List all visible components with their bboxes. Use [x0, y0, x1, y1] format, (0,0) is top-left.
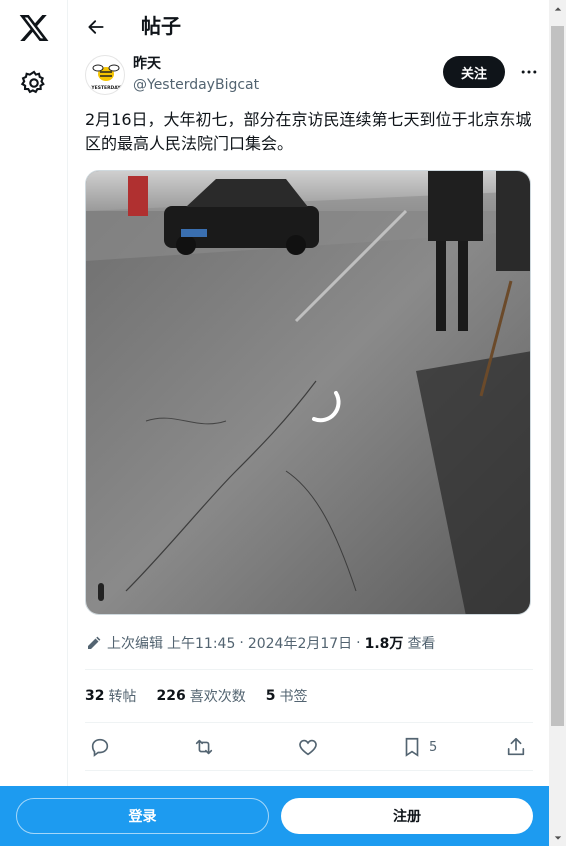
- divider: [85, 722, 533, 723]
- left-rail: [0, 0, 68, 846]
- views-label: 查看: [407, 636, 436, 652]
- post-text: 2月16日，大年初七，部分在京访民连续第七天到位于北京东城区的最高人民法院门口集…: [85, 110, 532, 153]
- avatar-text: YESTERDAY: [90, 85, 121, 91]
- bookmarks-label: 书签: [279, 689, 308, 705]
- author-name[interactable]: 昨天: [133, 55, 161, 73]
- author-row: YESTERDAY 昨天 @YesterdayBigcat 关注: [85, 55, 537, 99]
- likes-count: 226: [156, 688, 186, 704]
- page-title: 帖子: [141, 14, 181, 38]
- reposts-label: 转帖: [108, 689, 137, 705]
- reply-icon: [91, 738, 109, 757]
- bookmarks-count: 5: [265, 688, 276, 704]
- signup-button[interactable]: 注册: [281, 798, 533, 834]
- scroll-up-arrow-icon[interactable]: [549, 0, 566, 17]
- reposts-stat[interactable]: 32 转帖: [85, 686, 136, 706]
- edit-icon: [88, 636, 101, 649]
- like-button[interactable]: [297, 733, 319, 761]
- more-icon: [521, 70, 537, 74]
- heart-icon: [299, 739, 317, 756]
- more-options-button[interactable]: [517, 60, 541, 84]
- repost-button[interactable]: [193, 733, 215, 761]
- main-column: 帖子 YESTERDAY 昨天 @YesterdayBigcat 关注 2月16…: [69, 0, 549, 846]
- post-date[interactable]: 2024年2月17日: [248, 633, 352, 653]
- arrow-left-icon: [88, 20, 104, 34]
- reply-button[interactable]: [89, 733, 111, 761]
- bookmark-count: 5: [429, 739, 438, 755]
- post-stats: 32 转帖 226 喜欢次数 5 书签: [85, 684, 533, 708]
- share-button[interactable]: [505, 733, 527, 761]
- bottom-signup-bar: 登录 注册: [0, 786, 549, 846]
- repost-icon: [195, 739, 213, 755]
- share-icon: [507, 737, 525, 756]
- reposts-count: 32: [85, 688, 105, 704]
- divider: [85, 770, 533, 771]
- bookmark-button[interactable]: 5: [401, 733, 437, 761]
- gear-icon[interactable]: [20, 69, 48, 97]
- views-count: 1.8万: [364, 636, 404, 652]
- post-meta: 上次编辑 上午11:45 · 2024年2月17日 · 1.8万 查看: [85, 631, 533, 655]
- action-bar: 5: [85, 733, 533, 761]
- scroll-down-arrow-icon[interactable]: [549, 829, 566, 846]
- back-button[interactable]: [81, 12, 111, 42]
- meta-separator: ·: [239, 635, 244, 651]
- meta-separator: ·: [356, 635, 361, 651]
- edited-label[interactable]: 上次编辑: [107, 633, 163, 653]
- author-handle[interactable]: @YesterdayBigcat: [133, 76, 259, 94]
- top-bar: 帖子: [69, 0, 549, 53]
- avatar[interactable]: YESTERDAY: [85, 55, 125, 95]
- follow-button[interactable]: 关注: [443, 56, 505, 88]
- bookmark-icon: [405, 737, 419, 757]
- scrollbar[interactable]: [549, 0, 566, 846]
- likes-stat[interactable]: 226 喜欢次数: [156, 686, 245, 706]
- x-logo-icon[interactable]: [18, 12, 50, 44]
- post-media-video[interactable]: [85, 170, 531, 615]
- login-button[interactable]: 登录: [16, 798, 269, 834]
- bookmarks-stat[interactable]: 5 书签: [266, 686, 308, 706]
- scrollbar-thumb[interactable]: [551, 26, 564, 726]
- post-time[interactable]: 上午11:45: [167, 633, 235, 653]
- divider: [85, 669, 533, 670]
- likes-label: 喜欢次数: [189, 689, 246, 705]
